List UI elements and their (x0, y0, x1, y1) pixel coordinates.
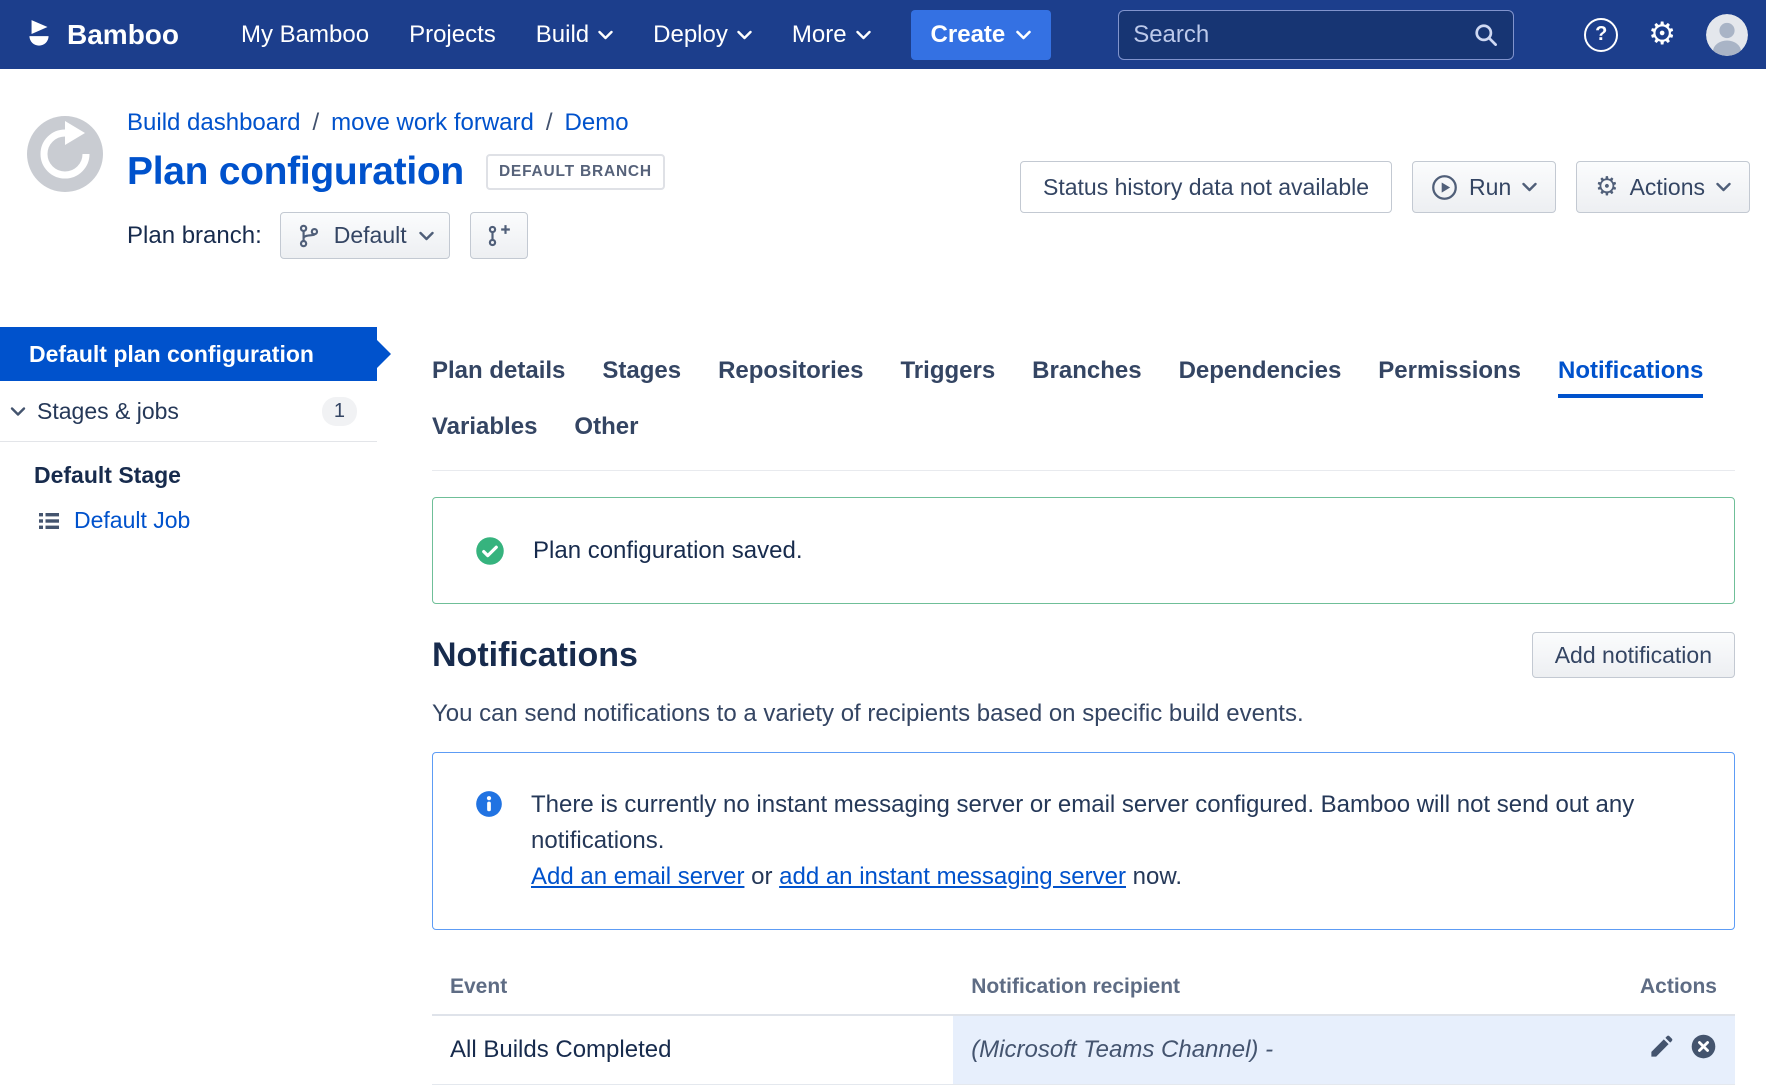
info-message-text: There is currently no instant messaging … (531, 787, 1664, 859)
branch-selector-value: Default (334, 222, 407, 249)
bamboo-logo-icon (22, 18, 56, 52)
navbar-right-icons: ? ⚙ (1584, 14, 1748, 56)
info-now-text: now. (1133, 863, 1182, 890)
chevron-down-icon (1716, 182, 1731, 192)
config-sidebar: Default plan configuration Stages & jobs… (0, 327, 377, 544)
notifications-table: Event Notification recipient Actions All… (432, 960, 1735, 1085)
table-row: All Builds Completed (Microsoft Teams Ch… (432, 1015, 1735, 1085)
info-message: There is currently no instant messaging … (432, 752, 1735, 930)
user-avatar[interactable] (1706, 14, 1748, 56)
tab-other[interactable]: Other (574, 413, 638, 454)
sidebar-item-default-job[interactable]: Default Job (0, 499, 377, 544)
chevron-down-icon (1522, 182, 1537, 192)
success-check-icon (475, 536, 505, 566)
nav-build[interactable]: Build (536, 21, 613, 49)
chevron-down-icon (10, 406, 26, 417)
notifications-heading: Notifications (432, 636, 638, 675)
breadcrumb: Build dashboard / move work forward / De… (127, 109, 1750, 137)
branch-selector[interactable]: Default (280, 212, 450, 259)
default-job-label: Default Job (74, 507, 190, 534)
add-email-server-link[interactable]: Add an email server (531, 863, 744, 890)
nav-my-bamboo[interactable]: My Bamboo (241, 21, 369, 49)
job-list-icon (37, 509, 61, 533)
breadcrumb-separator: / (546, 109, 553, 137)
tab-triggers[interactable]: Triggers (900, 357, 995, 398)
notification-actions (1540, 1015, 1735, 1085)
tab-variables[interactable]: Variables (432, 413, 537, 454)
delete-icon[interactable] (1690, 1033, 1717, 1060)
notification-event: All Builds Completed (432, 1015, 953, 1085)
add-im-server-link[interactable]: add an instant messaging server (779, 863, 1126, 890)
chevron-down-icon (856, 30, 871, 40)
actions-label: Actions (1630, 174, 1705, 201)
tab-notifications[interactable]: Notifications (1558, 357, 1703, 398)
page-header: Build dashboard / move work forward / De… (0, 69, 1766, 327)
notifications-description: You can send notifications to a variety … (432, 700, 1735, 728)
column-header-event: Event (432, 960, 953, 1015)
sidebar-stage-default-stage: Default Stage (0, 442, 377, 499)
default-branch-badge: DEFAULT BRANCH (486, 154, 665, 190)
tab-repositories[interactable]: Repositories (718, 357, 863, 398)
create-branch-button[interactable] (470, 212, 528, 259)
sidebar-item-stages-jobs[interactable]: Stages & jobs 1 (0, 381, 377, 442)
tab-stages[interactable]: Stages (602, 357, 681, 398)
actions-button[interactable]: ⚙ Actions (1576, 161, 1750, 213)
nav-label: More (792, 21, 847, 49)
tab-dependencies[interactable]: Dependencies (1179, 357, 1342, 398)
breadcrumb-build-dashboard[interactable]: Build dashboard (127, 109, 300, 137)
nav-label: Deploy (653, 21, 728, 49)
page-title: Plan configuration (127, 150, 464, 194)
breadcrumb-project[interactable]: move work forward (331, 109, 534, 137)
brand-name: Bamboo (67, 19, 179, 51)
sidebar-item-default-plan-configuration[interactable]: Default plan configuration (0, 327, 377, 381)
column-header-actions: Actions (1540, 960, 1735, 1015)
add-notification-button[interactable]: Add notification (1532, 632, 1735, 678)
status-history-message: Status history data not available (1020, 161, 1392, 213)
create-button[interactable]: Create (911, 10, 1052, 60)
top-navbar: Bamboo My Bamboo Projects Build Deploy M… (0, 0, 1766, 69)
column-header-recipient: Notification recipient (953, 960, 1539, 1015)
info-icon (475, 787, 503, 895)
config-tabs: Plan details Stages Repositories Trigger… (432, 357, 1735, 471)
play-icon (1431, 174, 1458, 201)
search-input[interactable] (1133, 21, 1472, 49)
create-label: Create (931, 21, 1006, 49)
stages-count-badge: 1 (322, 397, 357, 426)
chevron-down-icon (598, 30, 613, 40)
nav-label: Build (536, 21, 589, 49)
chevron-down-icon (737, 30, 752, 40)
gear-icon: ⚙ (1595, 174, 1618, 200)
branch-plus-icon (486, 223, 512, 249)
success-message-text: Plan configuration saved. (533, 537, 803, 565)
stages-jobs-label: Stages & jobs (37, 398, 179, 425)
run-label: Run (1469, 174, 1511, 201)
nav-label: My Bamboo (241, 21, 369, 49)
gear-icon[interactable]: ⚙ (1648, 19, 1676, 50)
search-icon[interactable] (1472, 21, 1499, 48)
chevron-down-icon (419, 231, 434, 241)
success-message: Plan configuration saved. (432, 497, 1735, 604)
nav-label: Projects (409, 21, 496, 49)
notification-recipient: (Microsoft Teams Channel) - (953, 1015, 1539, 1085)
search-box[interactable] (1118, 10, 1514, 60)
run-button[interactable]: Run (1412, 161, 1556, 213)
edit-icon[interactable] (1648, 1033, 1675, 1060)
breadcrumb-separator: / (312, 109, 319, 137)
table-header-row: Event Notification recipient Actions (432, 960, 1735, 1015)
plan-icon (22, 111, 108, 197)
info-or-text: or (751, 863, 772, 890)
tab-permissions[interactable]: Permissions (1378, 357, 1521, 398)
tab-branches[interactable]: Branches (1032, 357, 1141, 398)
nav-projects[interactable]: Projects (409, 21, 496, 49)
help-icon[interactable]: ? (1584, 18, 1618, 52)
nav-deploy[interactable]: Deploy (653, 21, 752, 49)
branch-icon (296, 223, 322, 249)
main-content: Plan details Stages Repositories Trigger… (377, 327, 1766, 1085)
bamboo-home-link[interactable]: Bamboo (22, 18, 179, 52)
breadcrumb-plan[interactable]: Demo (565, 109, 629, 137)
plan-branch-label: Plan branch: (127, 222, 262, 250)
tab-plan-details[interactable]: Plan details (432, 357, 565, 398)
chevron-down-icon (1016, 30, 1031, 40)
nav-more[interactable]: More (792, 21, 871, 49)
